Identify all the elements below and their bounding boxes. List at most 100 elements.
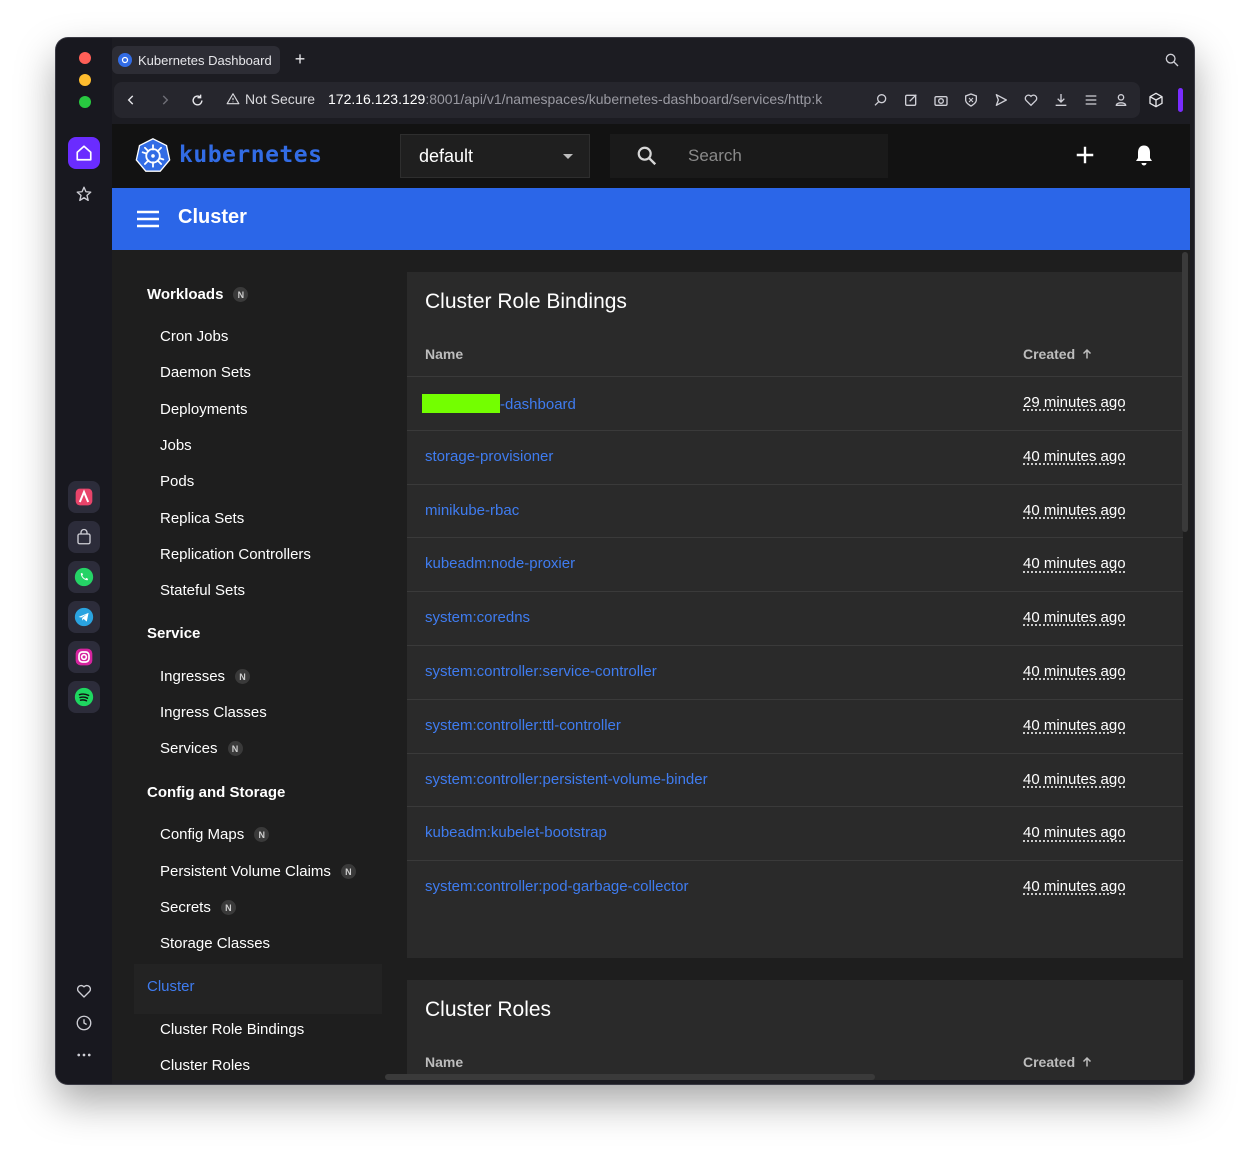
table-row[interactable]: minikube-rbac 40 minutes ago [407, 483, 1183, 538]
namespace-select[interactable]: default [400, 134, 590, 178]
download-icon[interactable] [1052, 91, 1070, 109]
back-button[interactable] [122, 91, 140, 109]
minimize-window-button[interactable] [79, 74, 91, 86]
table-row[interactable]: system:coredns 40 minutes ago [407, 591, 1183, 645]
search-input[interactable] [688, 144, 878, 168]
created-time: 40 minutes ago [1023, 878, 1126, 896]
nav-item-storage-classes[interactable]: Storage Classes [160, 935, 270, 952]
nav-item-secrets[interactable]: Secrets N [160, 899, 236, 916]
cluster-role-bindings-card: Cluster Role Bindings Name Created -dash… [407, 272, 1183, 958]
binding-name-link[interactable]: minikube-rbac [425, 502, 519, 519]
nav-item-replication-controllers[interactable]: Replication Controllers [160, 546, 311, 563]
nav-item-jobs[interactable]: Jobs [160, 437, 192, 454]
nav-item-cluster-roles[interactable]: Cluster Roles [160, 1057, 250, 1074]
nav-group-service[interactable]: Service [147, 625, 200, 642]
instagram-icon[interactable] [68, 641, 100, 673]
binding-name-link[interactable]: system:controller:pod-garbage-collector [425, 878, 688, 895]
extensions-cube-icon[interactable] [1142, 86, 1170, 114]
column-header-created[interactable]: Created [1023, 1054, 1093, 1070]
nav-item-pods[interactable]: Pods [160, 473, 194, 490]
shield-icon[interactable] [962, 91, 980, 109]
address-bar[interactable]: Not Secure 172.16.123.129:8001/api/v1/na… [114, 82, 1140, 118]
table-row[interactable]: storage-provisioner 40 minutes ago [407, 429, 1183, 484]
telegram-icon[interactable] [68, 601, 100, 633]
sidebar-toggle-indicator[interactable] [1178, 88, 1183, 112]
search-icon [636, 145, 658, 172]
nav-item-stateful-sets[interactable]: Stateful Sets [160, 582, 245, 599]
binding-name-link[interactable]: -dashboard [422, 394, 576, 413]
search-box[interactable] [610, 134, 888, 178]
new-tab-button[interactable]: + [288, 48, 312, 72]
table-row[interactable]: system:controller:ttl-controller 40 minut… [407, 698, 1183, 753]
nav-item-daemon-sets[interactable]: Daemon Sets [160, 364, 251, 381]
nav-item-ingresses[interactable]: Ingresses N [160, 668, 251, 685]
kubernetes-wheel-icon [135, 138, 171, 172]
home-icon[interactable] [68, 137, 100, 169]
shopping-bag-icon[interactable] [68, 521, 100, 553]
nav-item-cluster-role-bindings[interactable]: Cluster Role Bindings [160, 1021, 304, 1038]
binding-name-link[interactable]: system:controller:persistent-volume-bind… [425, 771, 708, 788]
vertical-scrollbar[interactable] [1182, 252, 1188, 532]
binding-name-link[interactable]: system:controller:ttl-controller [425, 717, 621, 734]
kubernetes-logo[interactable]: kubernetes [135, 137, 322, 173]
list-icon[interactable] [1082, 91, 1100, 109]
nav-group-config-and-storage[interactable]: Config and Storage [147, 784, 285, 801]
url-text[interactable]: 172.16.123.129:8001/api/v1/namespaces/ku… [328, 91, 856, 107]
forward-button[interactable] [156, 91, 174, 109]
heart-outline-icon[interactable] [1022, 91, 1040, 109]
caret-down-icon [563, 154, 573, 159]
binding-name-link[interactable]: storage-provisioner [425, 448, 553, 465]
binding-name-text: minikube-rbac [425, 501, 520, 519]
more-icon[interactable] [68, 1039, 100, 1071]
nav-item-services[interactable]: Services N [160, 740, 243, 757]
binding-name-link[interactable]: system:controller:service-controller [425, 663, 657, 680]
spotify-icon[interactable] [68, 681, 100, 713]
security-indicator[interactable]: Not Secure [226, 91, 315, 107]
binding-name-link[interactable]: kubeadm:kubelet-bootstrap [425, 824, 607, 841]
nav-item-deployments[interactable]: Deployments [160, 401, 248, 418]
menu-hamburger-icon[interactable] [137, 210, 159, 233]
aria-icon[interactable] [68, 481, 100, 513]
namespaced-badge: N [227, 741, 243, 756]
nav-item-persistent-volume-claims[interactable]: Persistent Volume Claims N [160, 863, 356, 880]
table-row[interactable]: -dashboard 29 minutes ago [407, 376, 1183, 430]
table-row[interactable]: system:controller:service-controller 40 m… [407, 645, 1183, 699]
binding-name-text: storage-provisioner [425, 447, 554, 465]
notifications-bell-icon[interactable] [1132, 143, 1156, 172]
column-header-name[interactable]: Name [425, 1054, 463, 1070]
nav-item-ingress-classes[interactable]: Ingress Classes [160, 704, 267, 721]
search-tabs-icon[interactable] [1164, 52, 1180, 73]
table-row[interactable]: system:controller:persistent-volume-bind… [407, 752, 1183, 807]
whatsapp-icon[interactable] [68, 561, 100, 593]
binding-name-text: kubeadm:kubelet-bootstrap [425, 824, 607, 842]
table-row[interactable]: system:controller:pod-garbage-collector 4… [407, 860, 1183, 914]
edit-icon[interactable] [902, 91, 920, 109]
heart-icon[interactable] [68, 975, 100, 1007]
zoom-icon[interactable] [872, 91, 890, 109]
star-icon[interactable] [68, 178, 100, 210]
camera-icon[interactable] [932, 91, 950, 109]
navigation-sidebar: Workloads N Cron Jobs Daemon Sets Deploy… [112, 250, 392, 1080]
nav-item-cron-jobs[interactable]: Cron Jobs [160, 328, 228, 345]
nav-item-config-maps[interactable]: Config Maps N [160, 826, 270, 843]
table-row[interactable]: kubeadm:kubelet-bootstrap 40 minutes ago [407, 806, 1183, 860]
profile-icon[interactable] [1112, 91, 1130, 109]
reload-button[interactable] [188, 91, 206, 109]
zoom-window-button[interactable] [79, 96, 91, 108]
nav-item-replica-sets[interactable]: Replica Sets [160, 510, 244, 527]
create-plus-icon[interactable] [1074, 144, 1096, 171]
tab-bar: Kubernetes Dashboard + [112, 38, 1194, 82]
binding-name-link[interactable]: system:coredns [425, 609, 530, 626]
nav-group-cluster[interactable]: Cluster [147, 978, 195, 995]
history-icon[interactable] [68, 1007, 100, 1039]
table-row[interactable]: kubeadm:node-proxier 40 minutes ago [407, 537, 1183, 591]
send-icon[interactable] [992, 91, 1010, 109]
close-window-button[interactable] [79, 52, 91, 64]
column-header-name[interactable]: Name [425, 346, 463, 362]
tab-kubernetes-dashboard[interactable]: Kubernetes Dashboard [112, 46, 280, 74]
horizontal-scrollbar[interactable] [385, 1074, 875, 1080]
warning-icon [226, 93, 240, 105]
binding-name-link[interactable]: kubeadm:node-proxier [425, 555, 575, 572]
column-header-created[interactable]: Created [1023, 346, 1093, 362]
nav-group-workloads[interactable]: Workloads N [147, 286, 249, 303]
